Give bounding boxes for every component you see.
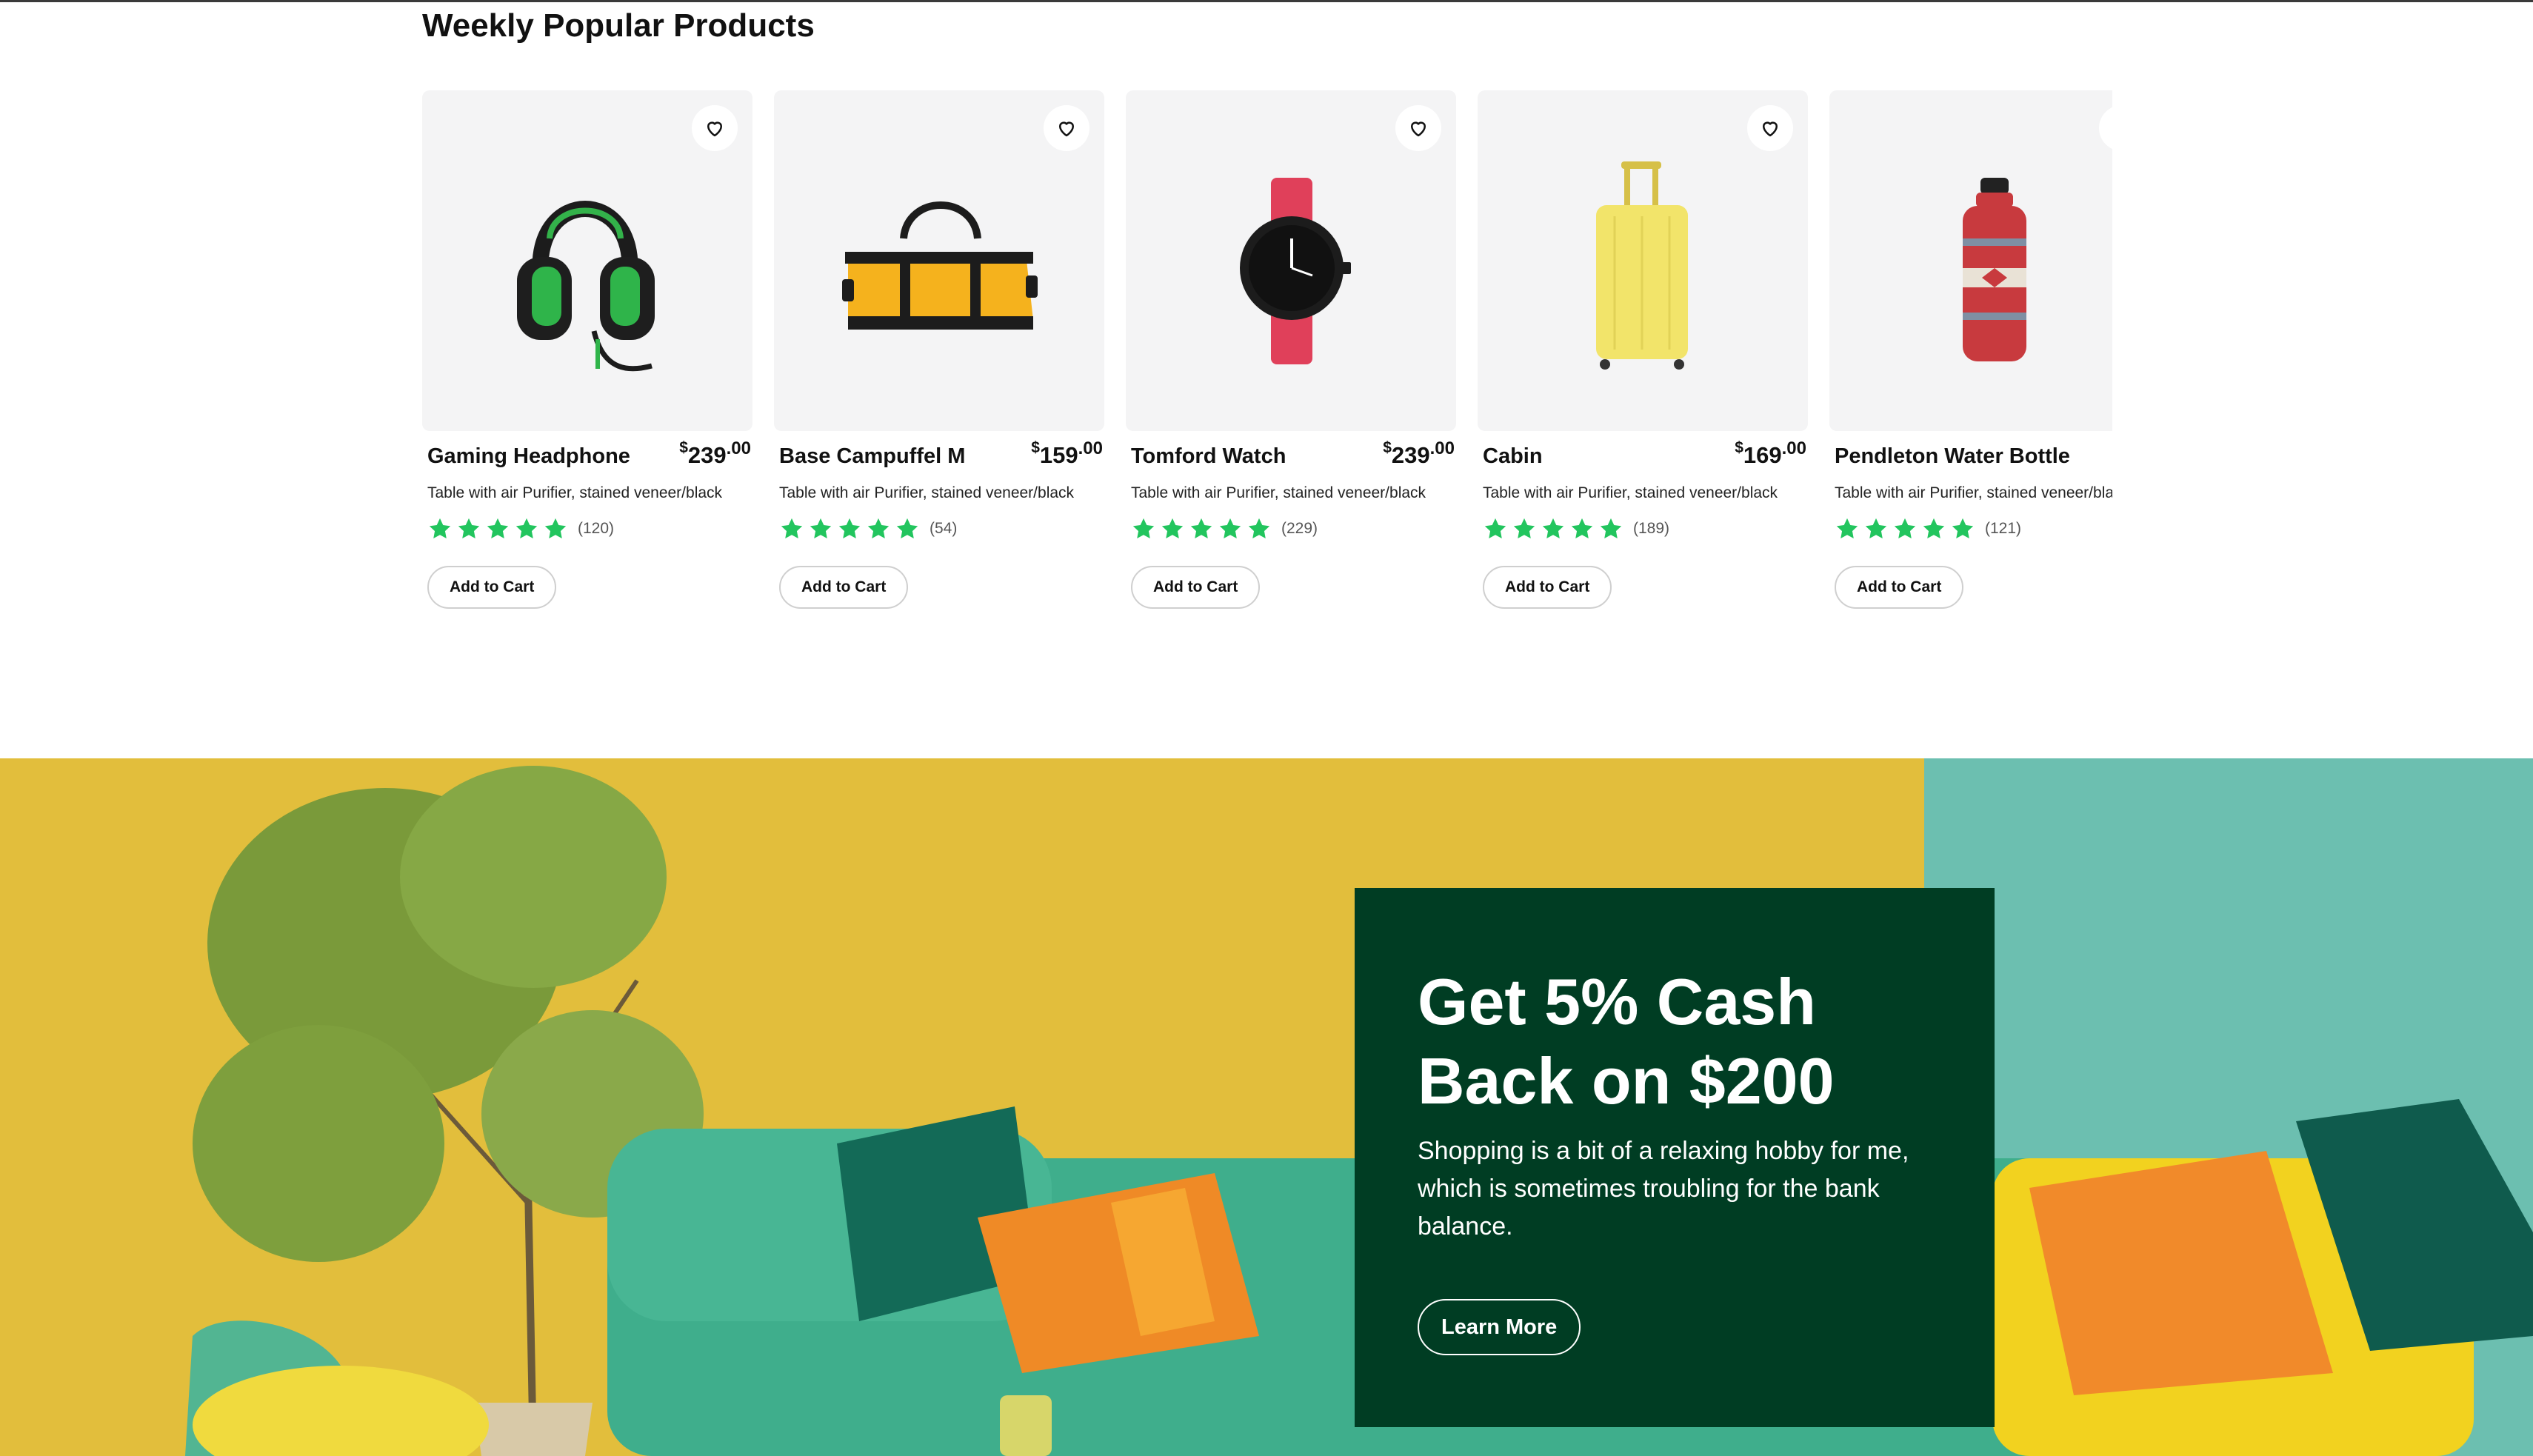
product-description: Table with air Purifier, stained veneer/… bbox=[779, 484, 1075, 501]
living-room-image bbox=[0, 758, 2533, 1456]
heart-icon bbox=[2111, 117, 2112, 139]
star-icon bbox=[487, 518, 509, 539]
product-card-gaming-headphone[interactable]: Gaming Headphone $239.00 Table with air … bbox=[422, 90, 752, 624]
wishlist-button[interactable] bbox=[1395, 105, 1441, 151]
add-to-cart-button[interactable]: Add to Cart bbox=[427, 566, 557, 609]
product-name[interactable]: Tomford Watch bbox=[1131, 444, 1286, 469]
product-card-cabin[interactable]: Cabin $169.00 Table with air Purifier, s… bbox=[1478, 90, 1808, 624]
star-icon bbox=[1484, 518, 1506, 539]
product-image[interactable] bbox=[1126, 90, 1456, 431]
product-card-base-campuffel[interactable]: Base Campuffel M $159.00 Table with air … bbox=[774, 90, 1104, 624]
section-title: Weekly Popular Products bbox=[422, 7, 815, 44]
rating-count: (121) bbox=[1985, 520, 2022, 537]
rating: (121) bbox=[1835, 516, 2021, 541]
product-image[interactable] bbox=[422, 90, 752, 431]
product-card-tomford-watch[interactable]: Tomford Watch $239.00 Table with air Pur… bbox=[1126, 90, 1456, 624]
product-description: Table with air Purifier, stained veneer/… bbox=[1483, 484, 1778, 501]
product-card-pendleton-water-bottle[interactable]: Pendleton Water Bottle $8 Table with air… bbox=[1829, 90, 2112, 624]
product-image[interactable] bbox=[1829, 90, 2112, 431]
star-icon bbox=[1190, 518, 1212, 539]
rating-count: (120) bbox=[578, 520, 615, 537]
rating-count: (54) bbox=[930, 520, 958, 537]
promo-text: Shopping is a bit of a relaxing hobby fo… bbox=[1418, 1137, 1909, 1240]
product-description: Table with air Purifier, stained veneer/… bbox=[1131, 484, 1426, 501]
wishlist-button[interactable] bbox=[1044, 105, 1089, 151]
product-price: $159.00 bbox=[1031, 438, 1103, 468]
wishlist-button[interactable] bbox=[692, 105, 738, 151]
star-icon bbox=[896, 518, 918, 539]
promo-title: Get 5% Cash Back on $200 bbox=[1418, 965, 1835, 1118]
star-icon bbox=[1894, 518, 1916, 539]
star-icon bbox=[1600, 518, 1622, 539]
product-description: Table with air Purifier, stained veneer/… bbox=[1835, 484, 2112, 501]
product-image[interactable] bbox=[774, 90, 1104, 431]
add-to-cart-button[interactable]: Add to Cart bbox=[1835, 566, 1964, 609]
product-image[interactable] bbox=[1478, 90, 1808, 431]
star-icon bbox=[1542, 518, 1564, 539]
product-name[interactable]: Cabin bbox=[1483, 444, 1543, 469]
star-icon bbox=[429, 518, 451, 539]
star-icon bbox=[781, 518, 803, 539]
top-divider bbox=[0, 0, 2533, 2]
rating: (189) bbox=[1483, 516, 1669, 541]
wishlist-button[interactable] bbox=[1747, 105, 1793, 151]
product-price: $169.00 bbox=[1735, 438, 1806, 468]
product-name[interactable]: Base Campuffel M bbox=[779, 444, 965, 469]
rating: (229) bbox=[1131, 516, 1318, 541]
star-icon bbox=[838, 518, 861, 539]
star-icon bbox=[1513, 518, 1535, 539]
star-icon bbox=[1836, 518, 1858, 539]
learn-more-button[interactable]: Learn More bbox=[1418, 1299, 1581, 1355]
product-price: $239.00 bbox=[679, 438, 751, 468]
star-icon bbox=[544, 518, 567, 539]
add-to-cart-button[interactable]: Add to Cart bbox=[1483, 566, 1612, 609]
rating: (54) bbox=[779, 516, 957, 541]
rating-count: (229) bbox=[1281, 520, 1318, 537]
water-bottle-image bbox=[1963, 178, 2026, 361]
product-price: $239.00 bbox=[1383, 438, 1455, 468]
product-name[interactable]: Gaming Headphone bbox=[427, 444, 630, 469]
product-carousel[interactable]: Gaming Headphone $239.00 Table with air … bbox=[422, 90, 2112, 624]
star-icon bbox=[1865, 518, 1887, 539]
heart-icon bbox=[1059, 121, 1074, 137]
star-icon bbox=[1161, 518, 1184, 539]
promo-card: Get 5% Cash Back on $200 Shopping is a b… bbox=[1355, 888, 1995, 1427]
rating-count: (189) bbox=[1633, 520, 1670, 537]
product-description: Table with air Purifier, stained veneer/… bbox=[427, 484, 723, 501]
star-icon bbox=[458, 518, 480, 539]
add-to-cart-button[interactable]: Add to Cart bbox=[779, 566, 909, 609]
star-icon bbox=[810, 518, 832, 539]
star-icon bbox=[867, 518, 890, 539]
add-to-cart-button[interactable]: Add to Cart bbox=[1131, 566, 1261, 609]
star-icon bbox=[515, 518, 538, 539]
star-icon bbox=[1132, 518, 1155, 539]
star-icon bbox=[1952, 518, 1974, 539]
heart-icon bbox=[1411, 121, 1426, 137]
star-icon bbox=[1219, 518, 1241, 539]
star-icon bbox=[1571, 518, 1593, 539]
product-name[interactable]: Pendleton Water Bottle bbox=[1835, 444, 2070, 469]
heart-icon bbox=[1763, 121, 1778, 137]
star-icon bbox=[1923, 518, 1945, 539]
promo-banner bbox=[0, 758, 2533, 1456]
rating: (120) bbox=[427, 516, 614, 541]
star-icon bbox=[1248, 518, 1270, 539]
heart-icon bbox=[707, 121, 722, 137]
